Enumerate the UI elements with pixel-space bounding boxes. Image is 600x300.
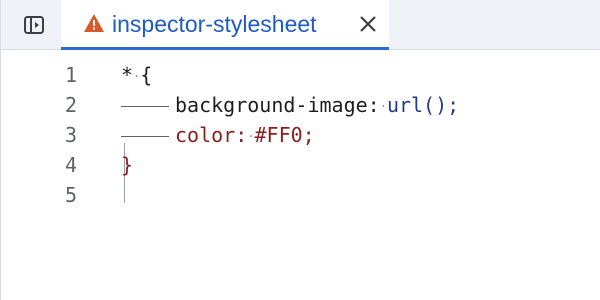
sidebar-toggle-icon[interactable] bbox=[21, 12, 47, 38]
tab-bar: inspector-stylesheet bbox=[1, 0, 600, 50]
indent-guide bbox=[121, 136, 169, 137]
close-brace: } bbox=[121, 153, 134, 177]
code-content: background-image:·url(); bbox=[121, 90, 459, 122]
open-brace: { bbox=[140, 63, 153, 87]
code-line: 1 *·{ bbox=[1, 60, 600, 90]
line-number: 4 bbox=[64, 153, 77, 177]
line-number: 2 bbox=[64, 93, 77, 117]
property-value: url(); bbox=[386, 93, 460, 117]
tab-label: inspector-stylesheet bbox=[112, 11, 317, 37]
selector: * bbox=[121, 63, 134, 87]
code-content: color:·#FF0; bbox=[121, 120, 315, 152]
warning-icon bbox=[83, 13, 105, 33]
code-line: 3 color:·#FF0; bbox=[1, 120, 600, 150]
code-line: 5 bbox=[1, 180, 600, 210]
code-editor[interactable]: 1 *·{ 2 background-image:·url(); 3 color… bbox=[1, 50, 600, 300]
indent-guide bbox=[121, 106, 169, 107]
property-name: background-image: bbox=[175, 93, 380, 117]
code-content: } bbox=[121, 150, 133, 180]
property-name: color: bbox=[175, 123, 248, 147]
line-number: 3 bbox=[64, 123, 77, 147]
close-icon[interactable] bbox=[357, 13, 379, 35]
whitespace-dot: · bbox=[379, 99, 387, 114]
property-value: #FF0; bbox=[254, 123, 315, 147]
editor-window: inspector-stylesheet 1 *·{ 2 background-… bbox=[0, 0, 600, 300]
line-number: 5 bbox=[64, 183, 77, 207]
tab-inspector-stylesheet[interactable]: inspector-stylesheet bbox=[61, 0, 389, 50]
code-line: 4 } bbox=[1, 150, 600, 180]
code-content: *·{ bbox=[121, 60, 152, 92]
code-line: 2 background-image:·url(); bbox=[1, 90, 600, 120]
line-number: 1 bbox=[64, 63, 77, 87]
